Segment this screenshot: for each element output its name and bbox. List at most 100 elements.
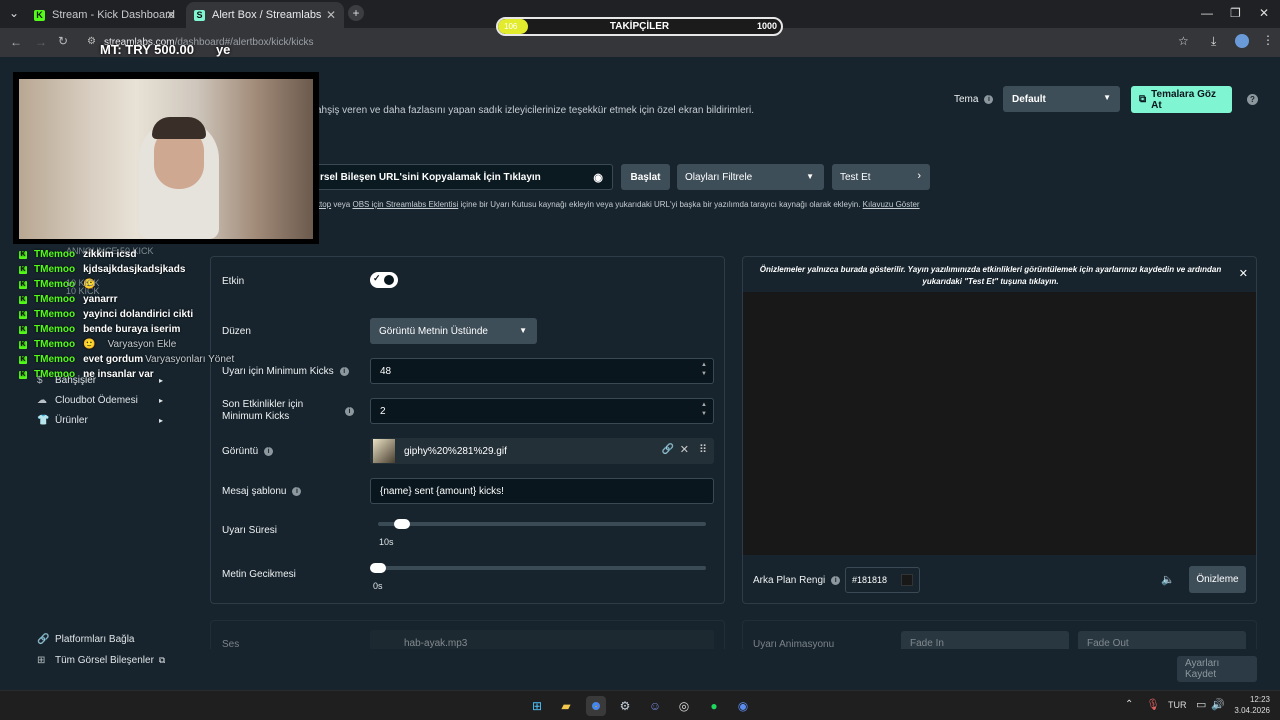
min-kicks-input[interactable]: 48 ▲ ▼	[370, 358, 714, 384]
obs-icon[interactable]: ◎	[674, 696, 694, 716]
site-info-icon[interactable]: ⚙	[87, 36, 96, 47]
steam-icon[interactable]: ⚙	[615, 696, 635, 716]
save-settings-button[interactable]: Ayarları Kaydet	[1177, 656, 1257, 682]
bg-color-label: Arka Plan Rengi i	[753, 575, 841, 586]
tab-alert-box[interactable]: S Alert Box / Streamlabs ✕	[186, 2, 344, 28]
sidebar-item-products[interactable]: 👕 Ürünler ▸	[37, 415, 163, 426]
browse-themes-label: Temalara Göz At	[1151, 88, 1216, 111]
theme-value: Default	[1012, 93, 1046, 105]
eye-icon[interactable]: ◉	[593, 171, 603, 184]
info-icon: i	[264, 446, 274, 456]
menu-icon[interactable]: ⋮	[1262, 33, 1274, 47]
copy-url-text: rsel Bileşen URL'sini Kopyalamak İçin Tı…	[320, 171, 541, 183]
reload-icon[interactable]: ↻	[58, 34, 68, 48]
check-icon: ✓	[373, 273, 381, 283]
chat-username: TMemoo	[34, 264, 76, 275]
language-indicator[interactable]: TUR	[1168, 700, 1187, 710]
color-swatch[interactable]	[901, 574, 913, 586]
minimize-icon[interactable]: —	[1201, 6, 1213, 20]
kick-icon: K	[19, 295, 27, 304]
new-tab-icon[interactable]: +	[348, 5, 364, 21]
stepper-icon[interactable]: ▲ ▼	[701, 361, 707, 379]
chat-text: evet gordum	[83, 354, 144, 365]
sidebar-item-cloudbot[interactable]: ☁ Cloudbot Ödemesi ▸	[37, 395, 163, 406]
enabled-toggle[interactable]: ✓	[370, 272, 398, 288]
template-input[interactable]: {name} sent {amount} kicks!	[370, 478, 714, 504]
streamlabs-icon: S	[194, 9, 205, 21]
network-icon[interactable]: ▭	[1196, 698, 1206, 711]
chat-overlay: K TMemoo zikkim icsd K TMemoo kjdsajkdasjkad…	[19, 247, 234, 382]
chat-text: yanarrr	[83, 294, 118, 305]
download-icon[interactable]: ⤓	[1211, 34, 1216, 49]
chevron-down-icon: ▼	[519, 326, 527, 335]
microphone-icon[interactable]: 🎙	[1146, 698, 1160, 711]
chat-message: K TMemoo kjdsajkdasjkadsjkads	[19, 262, 234, 277]
clock-date: 3.04.2026	[1234, 706, 1270, 715]
help-link-guide[interactable]: Kılavuzu Göster	[863, 200, 920, 209]
link-icon[interactable]: 🔗	[662, 444, 674, 455]
forward-icon[interactable]: →	[35, 35, 47, 49]
filter-events-select[interactable]: Olayları Filtrele ▼	[677, 164, 824, 190]
sidebar-item-label: Ürünler	[55, 415, 88, 426]
spotify-icon[interactable]: ●	[704, 696, 724, 716]
discord-icon[interactable]: ☺	[645, 696, 665, 716]
browse-themes-button[interactable]: ⧉ Temalara Göz At	[1131, 86, 1232, 113]
chevron-right-icon: ›	[917, 170, 921, 182]
tab-kick-dashboard[interactable]: K Stream - Kick Dashboard ✕	[26, 2, 184, 28]
preview-notice: Önizlemeler yalnızca burada gösterilir. …	[759, 265, 1222, 286]
ghost-item: Varyasyonları Yönet	[145, 354, 235, 365]
theme-select[interactable]: Default ▼	[1003, 86, 1120, 112]
volume-icon[interactable]: 🔊	[1211, 698, 1225, 711]
chat-text: zikkim icsd	[83, 249, 137, 260]
back-icon[interactable]: ←	[10, 35, 22, 49]
duration-slider-knob[interactable]	[393, 519, 410, 529]
help-link-obs-plugin[interactable]: OBS için Streamlabs Eklentisi	[352, 200, 458, 209]
followers-goal-bar: 106 TAKİPÇİLER 1000	[496, 17, 783, 36]
chat-message: K TMemoo zikkim icsd	[19, 247, 234, 262]
start-button[interactable]: Başlat	[621, 164, 670, 190]
close-tab-icon[interactable]: ✕	[326, 8, 336, 22]
windows-taskbar: ⊞ ▰ ⚙ ☺ ◎ ● ◉ ⌃ 🎙 TUR ▭ 🔊 12:23 3.04.202…	[0, 690, 1280, 720]
clock-time: 12:23	[1249, 695, 1270, 704]
kick-icon: K	[19, 355, 27, 364]
delay-slider-knob[interactable]	[370, 563, 386, 573]
test-button[interactable]: Test Et ›	[832, 164, 930, 190]
sidebar-connect-platforms[interactable]: 🔗 Platformları Bağla	[37, 634, 134, 645]
test-label: Test Et	[840, 171, 871, 183]
help-icon[interactable]: ?	[1247, 94, 1258, 105]
chat-username: TMemoo	[34, 354, 76, 365]
tab-search-icon[interactable]: ⌄	[9, 6, 19, 20]
volume-icon[interactable]: 🔈	[1161, 573, 1175, 586]
bg-color-input[interactable]: #181818	[845, 567, 920, 593]
chrome-icon[interactable]	[586, 696, 606, 716]
layout-select[interactable]: Görüntü Metnin Üstünde ▼	[370, 318, 537, 344]
duration-slider[interactable]	[378, 519, 706, 529]
image-field[interactable]: giphy%20%281%29.gif 🔗 ✕ ⠿	[370, 438, 714, 464]
copy-widget-url-field[interactable]: rsel Bileşen URL'sini Kopyalamak İçin Tı…	[310, 164, 613, 190]
sound-filename: hab-ayak.mp3	[404, 637, 468, 649]
close-tab-icon[interactable]: ✕	[166, 8, 176, 22]
stepper-icon[interactable]: ▲ ▼	[701, 401, 707, 419]
info-icon: i	[292, 486, 302, 496]
close-notice-icon[interactable]: ✕	[1239, 267, 1248, 280]
recent-min-input[interactable]: 2 ▲ ▼	[370, 398, 714, 424]
template-label: Mesaj şablonu i	[222, 486, 302, 497]
grid-icon[interactable]: ⠿	[699, 443, 707, 456]
followers-goal: 1000	[756, 21, 777, 31]
close-window-icon[interactable]: ✕	[1259, 6, 1269, 20]
tray-chevron-icon[interactable]: ⌃	[1125, 699, 1133, 710]
image-label-text: Görüntü	[222, 446, 259, 457]
start-menu-icon[interactable]: ⊞	[527, 696, 547, 716]
profile-avatar[interactable]	[1235, 34, 1249, 48]
preview-button[interactable]: Önizleme	[1189, 566, 1246, 593]
app-icon[interactable]: ◉	[733, 696, 753, 716]
duration-value: 10s	[379, 537, 394, 547]
sidebar-all-widgets[interactable]: ⊞ Tüm Görsel Bileşenler ⧉	[37, 655, 165, 666]
maximize-icon[interactable]: ❐	[1230, 6, 1241, 20]
settings-panel: Etkin ✓ Düzen Görüntü Metnin Üstünde ▼ U…	[210, 256, 725, 604]
remove-icon[interactable]: ✕	[680, 443, 689, 456]
file-explorer-icon[interactable]: ▰	[556, 696, 576, 716]
delay-slider[interactable]	[370, 563, 706, 573]
clock[interactable]: 12:23 3.04.2026	[1232, 694, 1270, 716]
chat-text: bende buraya iserim	[83, 324, 181, 335]
